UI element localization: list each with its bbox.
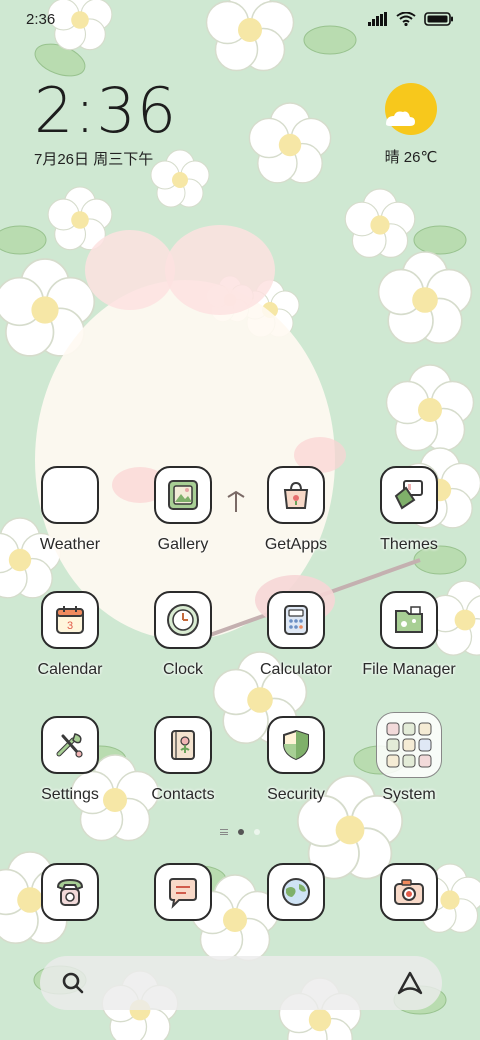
app-label: Contacts [151, 786, 215, 803]
app-system-folder[interactable]: System [349, 712, 469, 804]
calendar-day-text: 3 [67, 620, 73, 632]
browser-icon [267, 863, 325, 921]
sunny-cloud-icon [384, 82, 438, 136]
app-weather[interactable]: Weather [10, 466, 130, 554]
dock-messages[interactable] [123, 863, 243, 921]
app-themes[interactable]: Themes [349, 466, 469, 554]
app-label: Gallery [157, 536, 209, 553]
calculator-icon [267, 591, 325, 649]
signal-icon [368, 12, 387, 26]
app-label: Weather [39, 536, 101, 553]
app-label: File Manager [362, 661, 456, 678]
themes-icon [380, 466, 438, 524]
search-icon[interactable] [60, 970, 86, 996]
app-label: GetApps [264, 536, 328, 553]
weather-text: 晴 26℃ [384, 149, 438, 166]
app-security[interactable]: Security [236, 716, 356, 804]
clock-time: 2:36 [34, 74, 178, 147]
app-label: Calculator [259, 661, 333, 678]
app-gallery[interactable]: Gallery [123, 466, 243, 554]
app-calculator[interactable]: Calculator [236, 591, 356, 679]
file-manager-icon [380, 591, 438, 649]
weather-widget[interactable]: 晴 26℃ [376, 82, 446, 167]
app-label: Settings [41, 786, 99, 803]
page-dot[interactable] [254, 829, 260, 835]
weather-icon [41, 466, 99, 524]
status-bar: 2:36 [0, 0, 480, 40]
page-indicator[interactable] [0, 829, 480, 835]
dock-phone[interactable] [10, 863, 130, 921]
dock-browser[interactable] [236, 863, 356, 921]
clock-date: 7月26日 周三下午 [34, 151, 154, 168]
page-dot-active[interactable] [238, 829, 244, 835]
calendar-icon: 3 [41, 591, 99, 649]
wifi-icon [396, 12, 416, 26]
voice-assistant-icon[interactable] [396, 970, 424, 996]
clock-widget[interactable]: 2:36 7月26日 周三下午 [34, 78, 177, 169]
system-folder-icon [376, 712, 442, 778]
app-label: Calendar [37, 661, 103, 678]
battery-icon [424, 12, 453, 26]
dock-camera[interactable] [349, 863, 469, 921]
messages-icon [154, 863, 212, 921]
app-settings[interactable]: Settings [10, 716, 130, 804]
app-label: Themes [380, 536, 438, 553]
camera-icon [380, 863, 438, 921]
app-label: Security [267, 786, 325, 803]
getapps-icon [267, 466, 325, 524]
settings-icon [41, 716, 99, 774]
status-time: 2:36 [26, 11, 56, 28]
app-file-manager[interactable]: File Manager [349, 591, 469, 679]
contacts-icon [154, 716, 212, 774]
app-clock[interactable]: Clock [123, 591, 243, 679]
app-getapps[interactable]: GetApps [236, 466, 356, 554]
status-icons [368, 12, 454, 26]
search-bar[interactable] [40, 956, 442, 1010]
phone-icon [41, 863, 99, 921]
app-calendar[interactable]: 3 Calendar [10, 591, 130, 679]
clock-icon [154, 591, 212, 649]
app-label: System [382, 786, 436, 803]
app-contacts[interactable]: Contacts [123, 716, 243, 804]
app-label: Clock [162, 661, 203, 678]
gallery-icon [154, 466, 212, 524]
security-icon [267, 716, 325, 774]
page-overview-icon[interactable] [220, 829, 228, 835]
